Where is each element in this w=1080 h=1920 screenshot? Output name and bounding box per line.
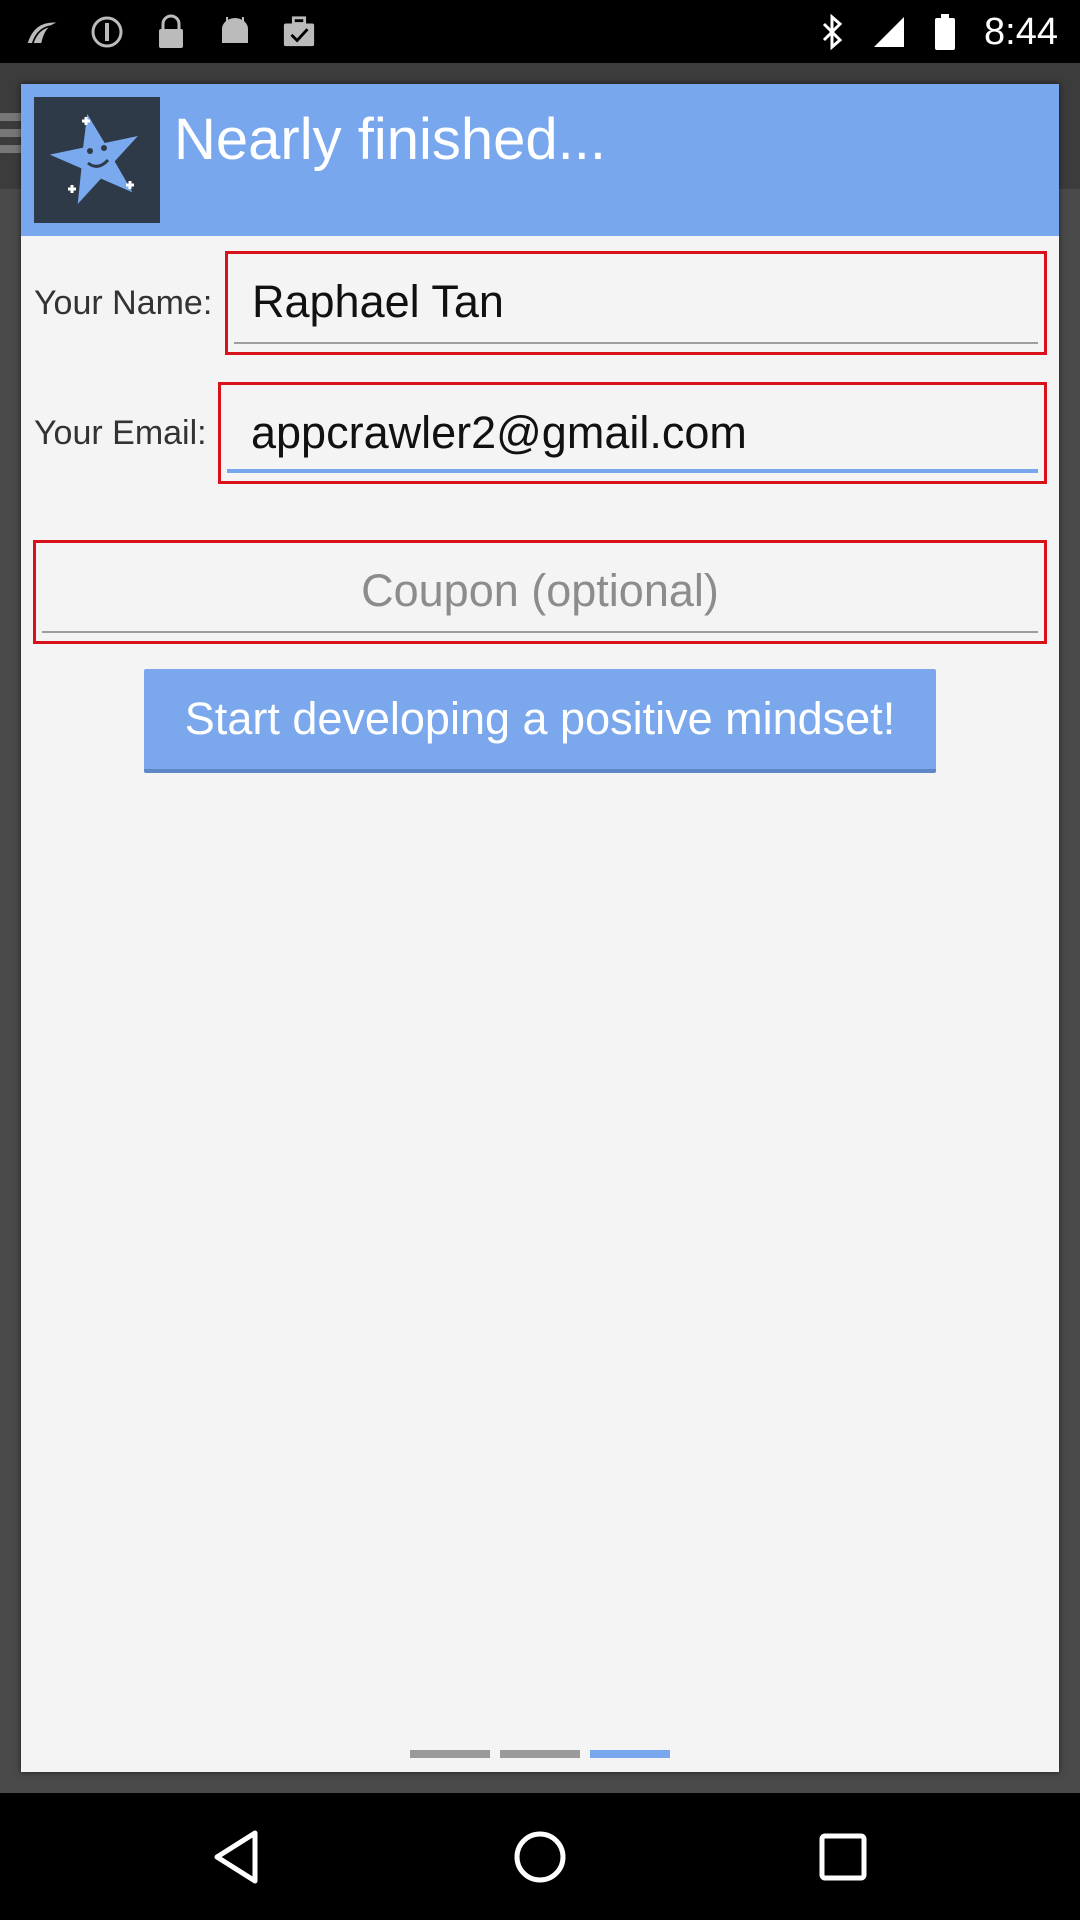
battery-icon: [928, 14, 962, 50]
name-label: Your Name:: [34, 284, 213, 322]
star-face-icon: [34, 97, 160, 223]
dialog-title: Nearly finished...: [174, 107, 606, 172]
signal-icon: [872, 15, 906, 49]
coupon-input[interactable]: Coupon (optional): [42, 543, 1038, 633]
back-icon[interactable]: [198, 1819, 274, 1895]
navigation-bar: [0, 1793, 1080, 1920]
page-indicator-dot-active: [590, 1750, 670, 1758]
page-indicator-dot: [410, 1750, 490, 1758]
signup-dialog: Nearly finished... Your Name: Raphael Ta…: [21, 84, 1059, 1772]
status-bar-notifications: [26, 10, 316, 54]
lock-icon: [154, 14, 188, 49]
email-label: Your Email:: [34, 414, 207, 452]
briefcase-check-icon: [282, 15, 316, 49]
status-bar: 8:44: [0, 0, 1080, 63]
name-value: Raphael Tan: [252, 276, 504, 327]
coupon-placeholder: Coupon (optional): [361, 565, 719, 616]
wave-icon: [26, 15, 60, 49]
email-field[interactable]: appcrawler2@gmail.com: [218, 382, 1047, 484]
coupon-underline: [42, 631, 1038, 633]
email-underline-focused: [227, 469, 1038, 473]
recents-icon[interactable]: [805, 1819, 881, 1895]
alert-circle-icon: [90, 15, 124, 49]
status-bar-system: 8:44: [816, 8, 1058, 56]
email-value: appcrawler2@gmail.com: [251, 407, 747, 458]
android-icon: [218, 15, 252, 49]
status-time: 8:44: [984, 10, 1058, 53]
name-field[interactable]: Raphael Tan: [225, 251, 1047, 355]
start-button[interactable]: Start developing a positive mindset!: [144, 669, 936, 773]
page-indicator: [21, 1750, 1059, 1758]
name-underline: [234, 342, 1038, 344]
email-input[interactable]: appcrawler2@gmail.com: [227, 385, 1038, 473]
home-icon[interactable]: [502, 1819, 578, 1895]
page-indicator-dot: [500, 1750, 580, 1758]
bluetooth-icon: [816, 14, 850, 50]
coupon-field[interactable]: Coupon (optional): [33, 540, 1047, 644]
name-input[interactable]: Raphael Tan: [234, 254, 1038, 344]
dialog-header: Nearly finished...: [21, 84, 1059, 236]
